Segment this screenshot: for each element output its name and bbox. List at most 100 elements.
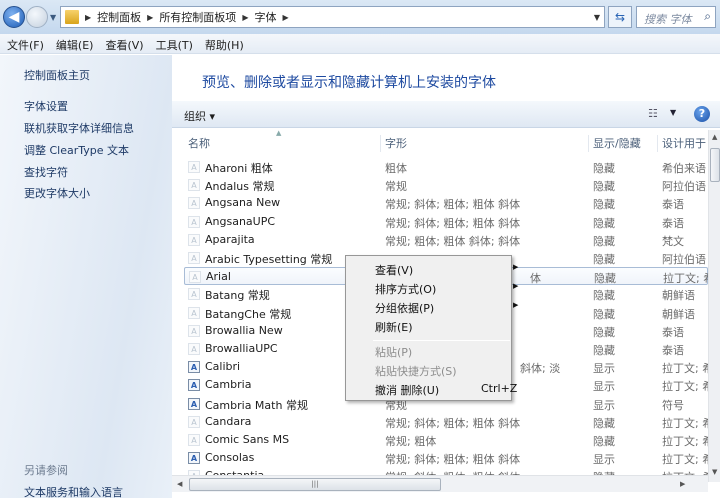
horizontal-scrollbar[interactable]: ◀ ||| ▶	[172, 475, 708, 492]
font-styles: 常规; 粗体; 粗体 斜体; 斜体	[385, 234, 521, 248]
menu-help[interactable]: 帮助(H)	[205, 34, 250, 53]
column-style[interactable]: 字形	[381, 135, 589, 152]
font-name: Calibri	[205, 360, 241, 374]
address-bar[interactable]: ▶ 控制面板 ▶ 所有控制面板项 ▶ 字体 ▶ ▼	[60, 6, 605, 28]
chevron-right-icon[interactable]: ▶	[85, 13, 91, 22]
toolbar: 组织 ▾ ☷ ▼ ?	[172, 101, 720, 128]
font-styles: 体	[530, 272, 541, 286]
chevron-right-icon[interactable]: ▶	[147, 13, 153, 22]
sidebar-get-font-info[interactable]: 联机获取字体详细信息	[24, 120, 134, 136]
sidebar-font-settings[interactable]: 字体设置	[24, 98, 68, 114]
font-designed-for: 拉丁文; 希	[662, 435, 708, 448]
font-row[interactable]: A Andalus 常规 常规 隐藏 阿拉伯语	[184, 176, 708, 194]
menu-edit[interactable]: 编辑(E)	[56, 34, 100, 53]
font-designed-for: 拉丁文; 希	[662, 362, 708, 376]
font-family-icon: A	[188, 197, 200, 210]
menu-file[interactable]: 文件(F)	[7, 34, 50, 53]
submenu-arrow-icon: ▶	[513, 263, 519, 271]
chevron-right-icon[interactable]: ▶	[242, 13, 248, 22]
breadcrumb-all-items[interactable]: 所有控制面板项	[159, 9, 236, 25]
font-designed-for: 符号	[662, 398, 684, 412]
search-input[interactable]: 搜索 字体 ⌕	[636, 6, 716, 28]
font-designed-for: 拉丁文; 希	[662, 380, 708, 394]
font-name: Angsana New	[205, 196, 281, 210]
breadcrumb-fonts[interactable]: 字体	[254, 9, 276, 25]
sidebar-change-font-size[interactable]: 更改字体大小	[24, 185, 90, 201]
font-icon: A	[188, 252, 200, 264]
font-family-icon: A	[188, 215, 200, 228]
font-row[interactable]: A Angsana New 常规; 斜体; 粗体; 粗体 斜体 隐藏 泰语	[184, 194, 708, 212]
menu-tools[interactable]: 工具(T)	[156, 34, 199, 53]
font-designed-for: 泰语	[662, 344, 684, 357]
menu-separator	[373, 340, 510, 341]
sidebar-home-link[interactable]: 控制面板主页	[24, 67, 90, 83]
vertical-scrollbar[interactable]: ▲ ▼	[708, 130, 720, 482]
help-icon[interactable]: ?	[694, 106, 710, 122]
context-menu-item[interactable]: 分组依据(P) ▶	[375, 300, 518, 316]
context-menu-item[interactable]: 排序方式(O) ▶	[375, 281, 518, 297]
context-menu-item[interactable]: 刷新(E)	[375, 319, 413, 335]
view-options-icon[interactable]: ☷	[648, 107, 658, 120]
font-name: Comic Sans MS	[205, 433, 290, 446]
font-styles: 常规	[385, 180, 407, 194]
context-menu-item[interactable]: 撤消 删除(U) Ctrl+Z	[375, 382, 517, 398]
font-family-icon: A	[188, 361, 200, 374]
font-icon: A	[188, 397, 200, 410]
refresh-button[interactable]: ⇆	[608, 6, 632, 28]
font-name: Arial	[206, 270, 231, 284]
address-dropdown-icon[interactable]: ▼	[594, 13, 600, 22]
search-icon[interactable]: ⌕	[704, 9, 711, 24]
font-styles: 常规; 斜体; 粗体; 粗体 斜体	[385, 198, 521, 212]
font-row[interactable]: A Comic Sans MS 常规; 粗体 隐藏 拉丁文; 希	[184, 431, 708, 449]
font-row[interactable]: A Aharoni 粗体 粗体 隐藏 希伯来语	[184, 158, 708, 176]
menu-item-label: 分组依据(P)	[375, 302, 435, 315]
font-name: Cambria Math 常规	[205, 398, 308, 412]
submenu-arrow-icon: ▶	[513, 301, 519, 309]
scrollbar-thumb[interactable]	[710, 148, 720, 182]
font-visibility: 显示	[593, 362, 615, 376]
font-name: BatangChe 常规	[205, 307, 292, 321]
scroll-up-icon[interactable]: ▲	[712, 133, 717, 141]
font-icon: A	[188, 179, 200, 192]
sidebar-cleartype[interactable]: 调整 ClearType 文本	[24, 142, 129, 158]
menu-view[interactable]: 查看(V)	[105, 34, 149, 53]
font-styles: 斜体; 淡	[520, 362, 561, 376]
context-menu-item[interactable]: 查看(V) ▶	[375, 262, 518, 278]
font-name: Browallia New	[205, 323, 283, 337]
breadcrumb-control-panel[interactable]: 控制面板	[97, 9, 141, 25]
scrollbar-thumb[interactable]: |||	[189, 478, 441, 491]
view-dropdown-icon[interactable]: ▼	[670, 108, 676, 117]
font-visibility: 隐藏	[593, 180, 615, 194]
font-family-icon: A	[188, 434, 200, 446]
font-row[interactable]: A Consolas 常规; 斜体; 粗体; 粗体 斜体 显示 拉丁文; 希	[184, 449, 708, 467]
context-menu-item[interactable]: 粘贴(P)	[375, 344, 412, 360]
font-row[interactable]: A AngsanaUPC 常规; 斜体; 粗体; 粗体 斜体 隐藏 泰语	[184, 213, 708, 231]
font-designed-for: 拉丁文; 希	[662, 416, 708, 430]
font-designed-for: 泰语	[662, 325, 684, 339]
font-visibility: 隐藏	[593, 325, 615, 339]
back-button[interactable]: ◀	[3, 6, 25, 28]
column-show-hide[interactable]: 显示/隐藏	[589, 135, 658, 152]
font-family-icon: A	[188, 343, 200, 355]
folder-icon	[65, 10, 79, 24]
chevron-right-icon[interactable]: ▶	[282, 13, 288, 22]
forward-button[interactable]	[26, 6, 48, 28]
recent-pages-dropdown[interactable]: ▼	[50, 13, 56, 22]
scroll-left-icon[interactable]: ◀	[177, 480, 182, 488]
font-visibility: 隐藏	[593, 289, 615, 303]
column-designed-for[interactable]: 设计用于	[658, 135, 708, 152]
context-menu-item[interactable]: 粘贴快捷方式(S)	[375, 363, 457, 379]
font-visibility: 隐藏	[593, 435, 615, 448]
column-name[interactable]: 名称	[184, 135, 381, 152]
font-row[interactable]: A Aparajita 常规; 粗体; 粗体 斜体; 斜体 隐藏 梵文	[184, 231, 708, 249]
scroll-down-icon[interactable]: ▼	[712, 468, 717, 476]
font-visibility: 隐藏	[593, 234, 615, 248]
sidebar-find-character[interactable]: 查找字符	[24, 164, 68, 180]
font-family-icon: A	[188, 379, 200, 392]
context-menu: 查看(V) ▶ 排序方式(O) ▶ 分组依据(P) ▶ 刷新(E) 粘贴(P) 粘贴快捷方式(S…	[345, 255, 518, 401]
organize-button[interactable]: 组织 ▾	[184, 108, 215, 124]
menu-item-label: 刷新(E)	[375, 321, 413, 334]
see-also-heading: 另请参阅	[24, 464, 68, 477]
font-row[interactable]: A Candara 常规; 斜体; 粗体; 粗体 斜体 隐藏 拉丁文; 希	[184, 413, 708, 431]
scroll-right-icon[interactable]: ▶	[680, 480, 685, 488]
